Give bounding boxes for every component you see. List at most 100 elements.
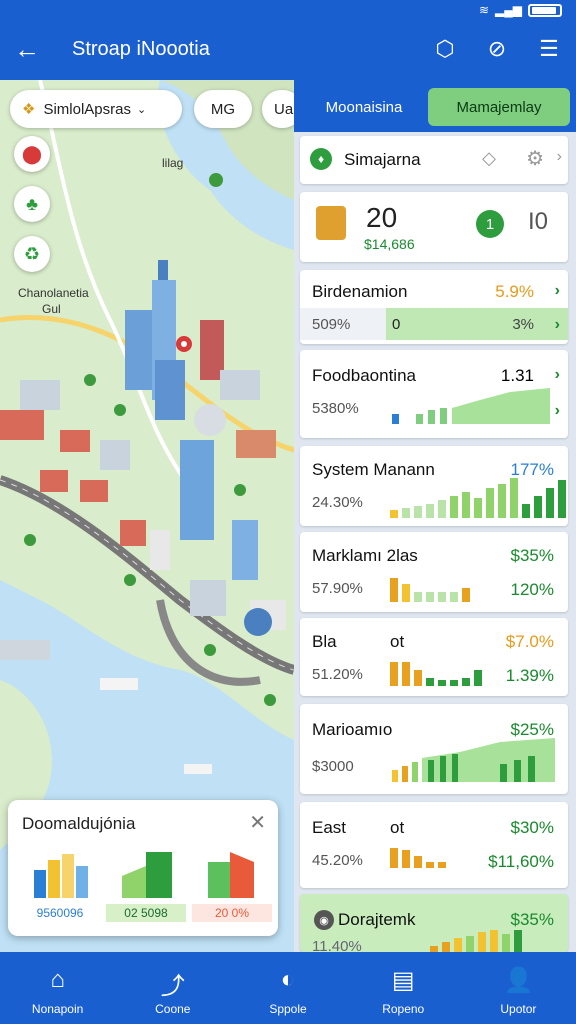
bar-sparkline xyxy=(390,838,446,868)
nav-label: Coone xyxy=(155,1002,191,1016)
wifi-icon: ≋ xyxy=(478,3,490,17)
nav-label: Nonapoin xyxy=(31,1002,84,1016)
summary-card[interactable]: 20 $14,686 1 I0 xyxy=(300,192,568,262)
stat-label: Bla xyxy=(312,632,337,651)
map-chip-ua[interactable]: Ua xyxy=(262,90,294,128)
popup-item: 02 5098 xyxy=(106,848,186,930)
status-bar: ≋ ▂▄▆ xyxy=(0,0,576,22)
menu-list-icon[interactable]: ☰ xyxy=(534,34,564,64)
nav-item-reports[interactable]: ▤ Ropeno xyxy=(346,952,461,1024)
stat-sub2: 0 xyxy=(392,316,401,333)
summary-right: I0 xyxy=(527,208,548,235)
stat-sub: 509% xyxy=(312,316,351,333)
home-icon: ⌂ xyxy=(50,966,65,993)
stat-row[interactable]: ◉ Dorajtemk $35% 11.40% xyxy=(300,894,568,952)
bar-sparkline xyxy=(390,562,470,602)
map-filter-chip[interactable]: ❖ SimlolApsras ⌄ xyxy=(10,90,182,128)
stat-sub: 5380% xyxy=(312,400,359,417)
popup-item-value: 9560096 xyxy=(36,906,84,920)
close-icon[interactable]: ✕ xyxy=(249,810,266,835)
bar-chart-icon xyxy=(34,854,88,898)
nav-item-chart[interactable]: ⤴ Coone xyxy=(115,952,230,1024)
bar-chart-icon xyxy=(208,852,254,898)
map-label: lilag xyxy=(162,156,184,170)
bottom-nav: ⌂ Nonapoin ⤴ Coone ◐ Sppole ▤ Ropeno 👤 U… xyxy=(0,952,576,1024)
panel-tabs: Moonaisina Mamajemlay xyxy=(294,80,576,132)
nav-label: Upotor xyxy=(500,1002,537,1016)
chart-icon: ⤴ xyxy=(160,973,185,1000)
stat-row[interactable]: Birdenamion 5.9% › 509% 0 3% › xyxy=(300,270,568,344)
chevron-right-icon[interactable]: › xyxy=(555,366,560,384)
summary-badge: 1 xyxy=(476,210,504,238)
leaf-icon: ♦ xyxy=(310,148,332,170)
stat-label: East xyxy=(312,818,347,837)
stat-label: Foodbaontina xyxy=(312,366,416,385)
stat-value: $7.0% xyxy=(505,632,554,651)
popup-title: Doomaldujónia xyxy=(22,814,136,833)
stat-label: Dorajtemk xyxy=(338,910,416,929)
stat-sub: $3000 xyxy=(312,758,354,775)
stat-sub: 45.20% xyxy=(312,852,363,869)
chevron-right-icon[interactable]: › xyxy=(555,282,560,300)
page-title: Stroap iNoootia xyxy=(72,38,210,60)
compass-icon[interactable]: ⊘ xyxy=(482,34,512,64)
tab-overview[interactable]: Moonaisina xyxy=(304,88,424,126)
stat-label: Marioamıo xyxy=(312,720,393,739)
stat-row[interactable]: System Manann 177% 24.30% xyxy=(300,446,568,526)
nav-label: Sppole xyxy=(269,1002,307,1016)
user-icon: 👤 xyxy=(503,967,534,994)
popup-item: 9560096 xyxy=(20,848,100,930)
summary-sub: $14,686 xyxy=(364,236,415,252)
panel-header[interactable]: ♦ Simajarna ◇ ⚙ › xyxy=(300,136,568,184)
signal-icon: ▂▄▆ xyxy=(495,3,522,17)
map-chip-mg[interactable]: MG xyxy=(194,90,252,128)
stat-sub: 11.40% xyxy=(312,938,362,952)
stat-row[interactable]: Marklamı 2las $35% 57.90% 120% xyxy=(300,532,568,612)
stat-value: 1.31 xyxy=(500,366,534,385)
shield-icon[interactable]: ⬡ xyxy=(430,34,460,64)
chevron-right-icon[interactable]: › xyxy=(555,316,560,334)
map-label: Gul xyxy=(42,302,61,316)
stat-value: $35% xyxy=(510,546,554,565)
tree-icon[interactable]: ♣ xyxy=(14,186,50,222)
stat-row[interactable]: Marioamıo $25% $3000 xyxy=(300,704,568,794)
shield-icon: ◐ xyxy=(280,966,296,993)
stat-value2: 3% xyxy=(512,316,534,333)
badge-icon: ◉ xyxy=(314,910,334,930)
chevron-right-icon[interactable]: › xyxy=(555,402,560,420)
map-info-popup[interactable]: Doomaldujónia ✕ 9560096 02 5098 20 0% xyxy=(8,800,278,936)
progress-fill xyxy=(386,308,568,340)
chevron-right-icon[interactable]: › xyxy=(557,148,562,166)
stat-label2: ot xyxy=(390,632,405,651)
stat-row[interactable]: East ot $30% 45.20% $11,60% xyxy=(300,802,568,888)
nav-item-home[interactable]: ⌂ Nonapoin xyxy=(0,952,115,1024)
arrow-left-icon[interactable]: ← xyxy=(14,34,40,64)
stat-sub: 57.90% xyxy=(312,580,363,597)
nav-item-user[interactable]: 👤 Upotor xyxy=(461,952,576,1024)
bar-sparkline xyxy=(390,656,482,686)
nav-label: Ropeno xyxy=(382,1002,425,1016)
map-label: Chanolanetia xyxy=(18,286,89,300)
document-icon: ▤ xyxy=(391,967,415,994)
gold-badge-icon xyxy=(316,206,346,240)
gear-icon[interactable]: ⚙ xyxy=(526,146,544,171)
stats-panel: Moonaisina Mamajemlay ♦ Simajarna ◇ ⚙ › … xyxy=(294,80,576,952)
stat-value2: 1.39% xyxy=(505,666,554,685)
nav-item-shield[interactable]: ◐ Sppole xyxy=(230,952,345,1024)
stat-sub: 51.20% xyxy=(312,666,363,683)
panel-header-title: Simajarna xyxy=(344,150,421,169)
chevron-down-icon: ⌄ xyxy=(136,103,147,116)
diamond-icon[interactable]: ◇ xyxy=(482,148,496,169)
stat-value2: $11,60% xyxy=(488,852,554,871)
popup-item-value: 20 0% xyxy=(192,904,272,922)
stat-row[interactable]: Foodbaontina 1.31 › 5380% › xyxy=(300,350,568,438)
recycle-icon[interactable]: ♻ xyxy=(14,236,50,272)
tab-management[interactable]: Mamajemlay xyxy=(428,88,570,126)
bar-chart-icon xyxy=(122,852,172,898)
location-pin-icon[interactable]: ⬤ xyxy=(14,136,50,172)
popup-item-value: 02 5098 xyxy=(106,904,186,922)
popup-item: 20 0% xyxy=(192,848,272,930)
battery-icon xyxy=(528,3,562,17)
summary-value: 20 xyxy=(366,202,398,233)
stat-row[interactable]: Bla ot $7.0% 51.20% 1.39% xyxy=(300,618,568,696)
